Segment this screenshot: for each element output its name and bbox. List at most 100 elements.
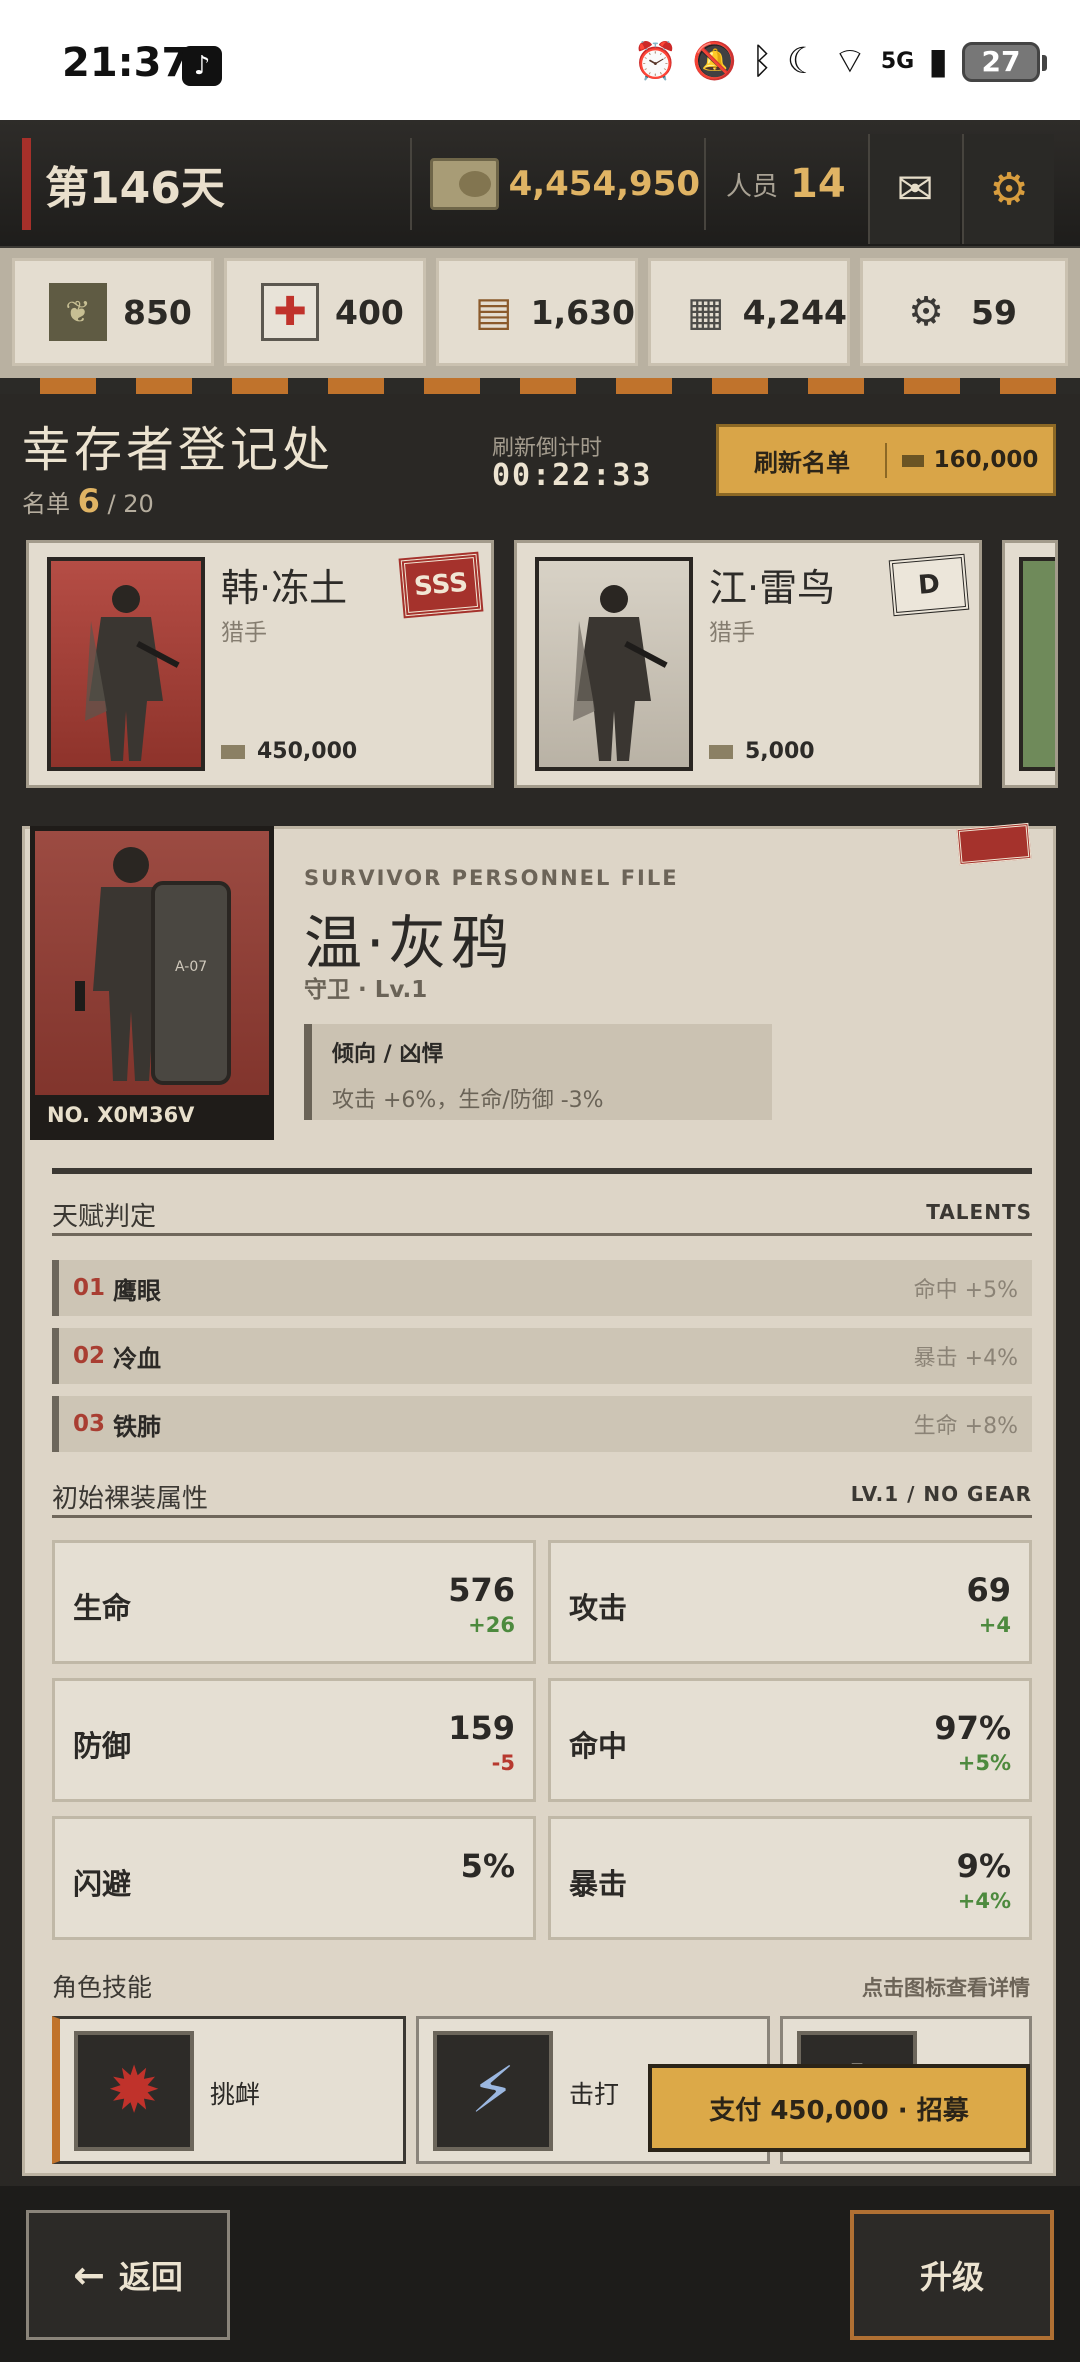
talent-effect: 命中 +5% [913, 1278, 1018, 1303]
stat-label: 攻击 [569, 1591, 628, 1625]
medkit-icon: ✚ [261, 283, 319, 341]
upgrade-button[interactable]: 升级 [850, 2210, 1054, 2340]
skills-title: 角色技能 [52, 1973, 153, 2002]
candidate-price-value: 450,000 [257, 739, 358, 764]
resource-value: 4,244 [742, 292, 847, 332]
cash-icon [430, 158, 499, 210]
stat-label: 防御 [73, 1729, 132, 1763]
talent-name: 冷血 [113, 1344, 161, 1373]
candidate-portrait [47, 557, 205, 771]
day-label: 第146天 [45, 163, 225, 214]
stat-value: 9% [956, 1847, 1011, 1885]
file-label: SURVIVOR PERSONNEL FILE [304, 866, 679, 890]
stats-header: 初始裸装属性 LV.1 / NO GEAR [52, 1478, 1032, 1518]
stat-delta: +4% [957, 1889, 1011, 1913]
hazard-stripe [0, 378, 1080, 394]
stat-delta: +5% [957, 1751, 1011, 1775]
money-display: 4,454,950 [410, 138, 700, 230]
cash-icon [221, 745, 245, 759]
steel-icon: ▦ [686, 289, 725, 335]
resource-value: 59 [971, 292, 1017, 332]
stat-value: 159 [448, 1709, 515, 1747]
gear-chip-icon: ⚙ [908, 289, 944, 335]
candidate-role: 猎手 [221, 620, 267, 646]
moon-icon: ☾ [786, 41, 819, 82]
stat-label: 生命 [73, 1591, 132, 1625]
taunt-icon[interactable]: ✹ [74, 2031, 194, 2151]
day-accent [22, 138, 31, 230]
signal-icon: ▮ [928, 41, 948, 82]
talent-row: 02 冷血 暴击 +4% [52, 1328, 1032, 1384]
survivor-class-level: 守卫 · Lv.1 [304, 977, 428, 1003]
mail-button[interactable]: ✉ [868, 134, 960, 244]
network-label: 5G [880, 49, 915, 74]
stat-crit: 暴击 9% +4% [548, 1816, 1032, 1940]
mute-icon: 🔕 [692, 41, 738, 82]
candidate-name: 韩·冻土 [221, 566, 348, 610]
candidate-card[interactable]: 江·雷鸟 猎手 5,000 D [514, 540, 982, 788]
grain-can-icon: ❦ [49, 283, 107, 341]
candidate-price: 450,000 [221, 739, 357, 764]
back-button[interactable]: ← 返回 [26, 2210, 230, 2340]
staff-label: 人员 [726, 171, 779, 202]
grade-badge: D [888, 553, 970, 617]
candidate-name: 江·雷鸟 [709, 566, 836, 610]
talent-row: 01 鹰眼 命中 +5% [52, 1260, 1032, 1316]
roster-current: 6 [77, 482, 100, 520]
tiktok-icon: ♪ [182, 46, 222, 86]
battery-icon: 27 [962, 42, 1047, 82]
staff-count: 14 [790, 161, 846, 207]
cash-icon [709, 745, 733, 759]
talent-name: 铁肺 [113, 1412, 161, 1441]
candidate-card-partial[interactable] [1002, 540, 1058, 788]
refresh-cost-value: 160,000 [933, 447, 1039, 473]
stat-attack: 攻击 69 +4 [548, 1540, 1032, 1664]
grade-badge-partial [956, 822, 1032, 866]
settings-button[interactable]: ⚙ [962, 134, 1054, 244]
money-amount: 4,454,950 [508, 164, 700, 204]
resource-parts: ⚙ 59 [860, 258, 1068, 366]
wood-icon: ▤ [474, 289, 513, 335]
candidate-portrait [535, 557, 693, 771]
stat-value: 97% [934, 1709, 1011, 1747]
survivor-portrait: A-07 NO. X0M36V [30, 826, 274, 1140]
stat-value: 69 [966, 1571, 1011, 1609]
refresh-label: 刷新名单 [719, 442, 887, 478]
candidate-card[interactable]: 韩·冻土 猎手 450,000 SSS [26, 540, 494, 788]
top-header: 第146天 4,454,950 人员 14 ✉ ⚙ [0, 120, 1080, 248]
survivor-serial: NO. X0M36V [35, 1095, 269, 1135]
svg-text:A-07: A-07 [175, 959, 207, 975]
upgrade-label: 升级 [919, 2258, 984, 2296]
talent-effect: 暴击 +4% [913, 1346, 1018, 1371]
stat-delta: -5 [491, 1751, 515, 1775]
gear-icon: ⚙ [989, 163, 1029, 215]
back-label: 返回 [118, 2258, 183, 2296]
resource-medicine: ✚ 400 [224, 258, 426, 366]
skill-card[interactable]: ✹ 挑衅 [52, 2016, 406, 2164]
talents-header: 天赋判定 TALENTS [52, 1196, 1032, 1236]
stat-hp: 生命 576 +26 [52, 1540, 536, 1664]
skill-name: 挑衅 [210, 2080, 261, 2109]
talent-number: 02 [73, 1343, 106, 1369]
talent-number: 01 [73, 1275, 106, 1301]
stat-accuracy: 命中 97% +5% [548, 1678, 1032, 1802]
recruit-pay-button[interactable]: 支付 450,000 · 招募 [648, 2064, 1030, 2152]
survivor-name: 温·灰鸦 [304, 909, 513, 977]
stats-title: 初始裸装属性 [52, 1484, 209, 1514]
soldier-figure-icon [85, 585, 180, 761]
roster-count: 名单 6 / 20 [22, 482, 154, 520]
strike-icon[interactable]: ⚡ [433, 2031, 553, 2151]
refresh-roster-button[interactable]: 刷新名单 160,000 [716, 424, 1056, 496]
stat-delta: +4 [978, 1613, 1011, 1637]
stat-evasion: 闪避 5% [52, 1816, 536, 1940]
roster-max: / 20 [107, 490, 154, 518]
page-title: 幸存者登记处 [22, 422, 335, 478]
staff-display: 人员 14 [704, 138, 864, 230]
stats-title-en: LV.1 / NO GEAR [850, 1482, 1032, 1506]
trait-box: 倾向 / 凶悍 攻击 +6%，生命/防御 -3% [304, 1024, 772, 1120]
status-bar: 21:37 ♪ ⏰ 🔕 ᛒ ☾ ⌔ 5G ▮ 27 [0, 0, 1080, 120]
soldier-figure-icon [573, 585, 668, 761]
guard-figure-icon: A-07 [75, 847, 231, 1085]
resource-food: ❦ 850 [12, 258, 214, 366]
candidate-price: 5,000 [709, 739, 815, 764]
